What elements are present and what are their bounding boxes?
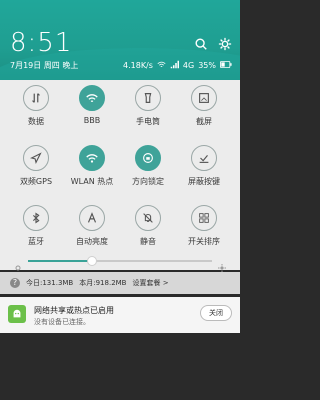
- mute-icon: [135, 205, 161, 231]
- date-label: 7月19日 周四 晚上: [10, 61, 79, 70]
- tile-screenshot[interactable]: 截屏: [176, 85, 232, 141]
- tile-wifi[interactable]: BBB: [64, 85, 120, 141]
- tile-label: 方向锁定: [132, 177, 164, 186]
- notification-header: 8:51 7月19日 周四 晚上 4.18K/s 4G 35%: [0, 0, 240, 80]
- brightness-high-icon: [218, 257, 226, 272]
- screenshot-icon: [191, 85, 217, 111]
- location-icon: [23, 145, 49, 171]
- search-icon[interactable]: [194, 36, 208, 55]
- signal-icon: [170, 60, 179, 71]
- quick-settings-panel: 数据 BBB 手电筒 截屏 双频GPS WLAN 热点 方向锁定 屏蔽按键 蓝牙…: [0, 80, 240, 272]
- brightness-track[interactable]: [28, 256, 212, 266]
- gear-icon[interactable]: [218, 36, 232, 55]
- tile-label: 手电筒: [136, 117, 160, 126]
- tile-label: WLAN 热点: [70, 177, 114, 186]
- data-today: 今日:131.3MB: [26, 279, 74, 287]
- tile-label: 自动亮度: [76, 237, 108, 246]
- tile-label: 数据: [28, 117, 44, 126]
- brightness-thumb[interactable]: [87, 256, 98, 266]
- tile-flashlight[interactable]: 手电筒: [120, 85, 176, 141]
- notification-title: 网络共享或热点已启用: [34, 306, 114, 315]
- data-month: 本月:918.2MB: [79, 279, 127, 287]
- battery-percent: 35%: [198, 61, 216, 70]
- wifi-status-icon: [157, 60, 166, 71]
- close-hotspot-button[interactable]: 关闭: [200, 305, 232, 321]
- data-settings-link[interactable]: 设置套餐 >: [133, 278, 169, 288]
- tile-bluetooth[interactable]: 蓝牙: [8, 205, 64, 261]
- sort-icon: [191, 205, 217, 231]
- tile-label: 截屏: [196, 117, 212, 126]
- tile-auto-brightness[interactable]: 自动亮度: [64, 205, 120, 261]
- tile-label: 静音: [140, 237, 156, 246]
- bluetooth-icon: [23, 205, 49, 231]
- brightness-slider[interactable]: [14, 256, 226, 272]
- tile-label: 蓝牙: [28, 237, 44, 246]
- clock-time: 8:51: [10, 28, 73, 58]
- tile-data[interactable]: 数据: [8, 85, 64, 141]
- help-icon: ?: [10, 278, 20, 288]
- block-keys-icon: [191, 145, 217, 171]
- wifi-icon: [79, 85, 105, 111]
- brightness-fill: [28, 260, 93, 262]
- tile-block-keys[interactable]: 屏蔽按键: [176, 145, 232, 201]
- quick-tiles-grid: 数据 BBB 手电筒 截屏 双频GPS WLAN 热点 方向锁定 屏蔽按键 蓝牙…: [8, 85, 232, 261]
- status-bar: 4.18K/s 4G 35%: [123, 60, 232, 71]
- tile-sort[interactable]: 开关排序: [176, 205, 232, 261]
- network-type: 4G: [182, 61, 195, 70]
- auto-brightness-icon: [79, 205, 105, 231]
- updown-icon: [23, 85, 49, 111]
- rotation-lock-icon: [135, 145, 161, 171]
- tile-label: 双频GPS: [19, 177, 53, 186]
- tile-rotation-lock[interactable]: 方向锁定: [120, 145, 176, 201]
- tile-label: 开关排序: [188, 237, 220, 246]
- tile-label: BBB: [83, 116, 101, 125]
- hotspot-notification[interactable]: 网络共享或热点已启用 没有设备已连接。 关闭: [0, 297, 240, 333]
- tile-mute[interactable]: 静音: [120, 205, 176, 261]
- android-app-icon: [8, 305, 26, 323]
- tile-gps[interactable]: 双频GPS: [8, 145, 64, 201]
- battery-icon: [220, 61, 232, 70]
- flashlight-icon: [135, 85, 161, 111]
- tile-label: 屏蔽按键: [188, 177, 220, 186]
- network-speed: 4.18K/s: [123, 61, 153, 70]
- header-actions: [194, 36, 232, 55]
- notification-subtitle: 没有设备已连接。: [34, 318, 90, 326]
- hotspot-icon: [79, 145, 105, 171]
- data-usage-bar: ? 今日:131.3MB 本月:918.2MB 设置套餐 >: [0, 272, 240, 294]
- brightness-low-icon: [14, 257, 22, 271]
- tile-hotspot[interactable]: WLAN 热点: [64, 145, 120, 201]
